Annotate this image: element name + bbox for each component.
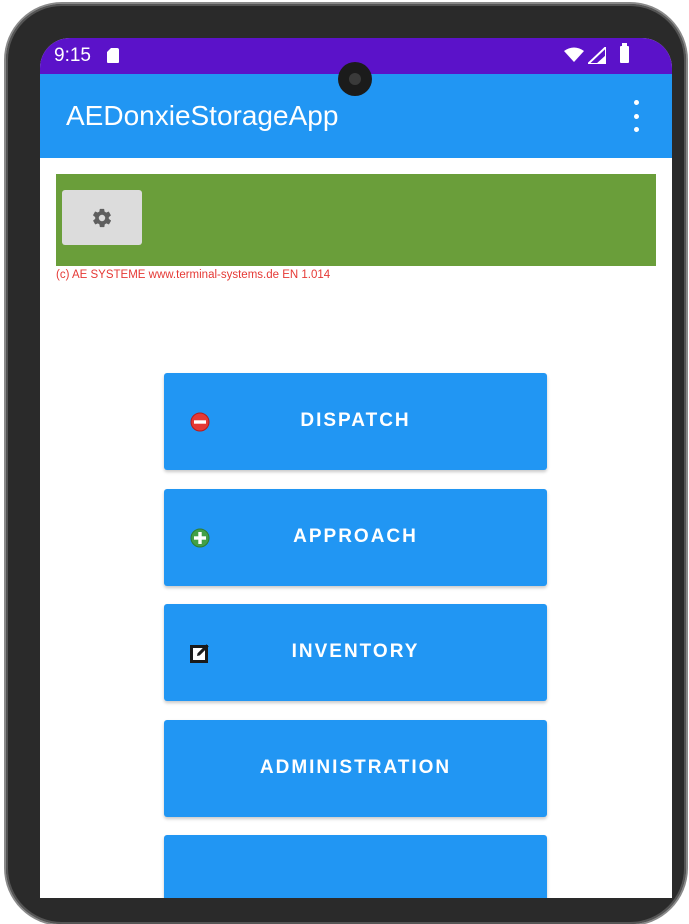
menu-button-5[interactable] <box>164 835 547 898</box>
app-title: AEDonxieStorageApp <box>66 100 339 131</box>
battery-icon <box>620 43 629 63</box>
wifi-icon <box>564 47 584 62</box>
front-camera <box>338 62 372 96</box>
status-time: 9:15 <box>54 45 91 66</box>
inventory-button[interactable]: INVENTORY <box>164 604 547 701</box>
sd-card-icon <box>107 48 119 63</box>
phone-frame: 9:15 AEDonxieStorageApp (c) AE SYSTEME w… <box>6 4 686 924</box>
dispatch-button[interactable]: DISPATCH <box>164 373 547 470</box>
approach-button[interactable]: APPROACH <box>164 489 547 586</box>
signal-icon <box>588 47 606 64</box>
overflow-menu-icon[interactable] <box>626 100 646 132</box>
settings-button[interactable] <box>62 190 142 245</box>
gear-icon <box>93 208 112 227</box>
administration-button[interactable]: ADMINISTRATION <box>164 720 547 817</box>
header-panel <box>56 174 656 266</box>
administration-label: ADMINISTRATION <box>259 757 452 778</box>
dispatch-label: DISPATCH <box>300 410 411 431</box>
inventory-label: INVENTORY <box>291 641 420 662</box>
approach-label: APPROACH <box>293 526 418 547</box>
copyright-text: (c) AE SYSTEME www.terminal-systems.de E… <box>56 269 331 281</box>
screen: 9:15 AEDonxieStorageApp (c) AE SYSTEME w… <box>40 38 672 898</box>
